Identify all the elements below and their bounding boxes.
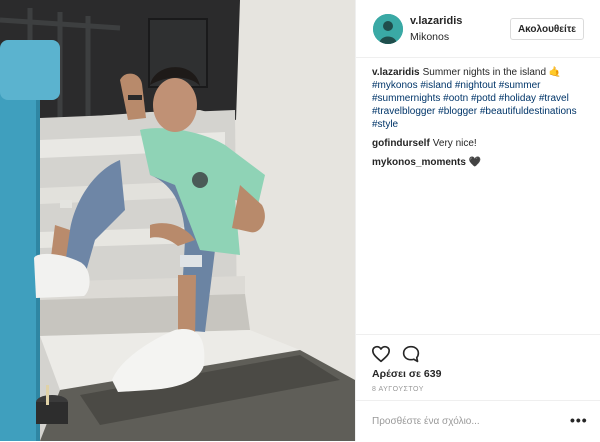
post-date: 8 ΑΥΓΟΥΣΤΟΥ [372, 386, 424, 393]
caption-text: Summer nights in the island [422, 67, 549, 78]
action-icons [371, 345, 421, 365]
hashtag-link[interactable]: #travelblogger [372, 106, 435, 117]
comment-bubble-icon[interactable] [401, 345, 421, 365]
more-options-icon[interactable]: ••• [570, 412, 588, 428]
hand-emoji-icon: 🤙 [548, 67, 562, 78]
comment-username[interactable]: gofindurself [372, 138, 430, 149]
instagram-post: v.lazaridis Mikonos Ακολουθείτε v.lazari… [0, 0, 600, 441]
likes-count[interactable]: Αρέσει σε 639 [372, 368, 441, 380]
hashtag-link[interactable]: #island [420, 80, 452, 91]
hashtag-link[interactable]: #blogger [438, 106, 477, 117]
caption-hashtags: #mykonos #island #nightout #summer #summ… [372, 80, 577, 130]
photo-illustration [0, 0, 355, 441]
post-location[interactable]: Mikonos [410, 31, 449, 43]
hashtag-link[interactable]: #summer [499, 80, 541, 91]
hashtag-link[interactable]: #potd [471, 93, 496, 104]
hashtag-link[interactable]: #nightout [455, 80, 496, 91]
comment-item: gofindurself Very nice! [372, 137, 594, 150]
hashtag-link[interactable]: #ootn [443, 93, 468, 104]
post-actions: Αρέσει σε 639 8 ΑΥΓΟΥΣΤΟΥ [356, 334, 600, 393]
post-author-username[interactable]: v.lazaridis [410, 15, 462, 27]
caption: v.lazaridis Summer nights in the island 🤙… [372, 66, 594, 131]
hashtag-link[interactable]: #summernights [372, 93, 440, 104]
hashtag-link[interactable]: #beautifuldestinations [480, 106, 577, 117]
hashtag-link[interactable]: #holiday [499, 93, 536, 104]
add-comment-input[interactable]: Προσθέστε ένα σχόλιο... [372, 416, 480, 427]
hashtag-link[interactable]: #travel [539, 93, 569, 104]
black-heart-emoji-icon: 🖤 [468, 157, 482, 168]
like-heart-icon[interactable] [371, 345, 391, 365]
comment-text: Very nice! [432, 138, 477, 149]
caption-username[interactable]: v.lazaridis [372, 67, 420, 78]
comment-item: mykonos_moments 🖤 [372, 156, 594, 169]
follow-button[interactable]: Ακολουθείτε [510, 18, 584, 40]
comment-username[interactable]: mykonos_moments [372, 157, 466, 168]
hashtag-link[interactable]: #mykonos [372, 80, 418, 91]
add-comment-bar: Προσθέστε ένα σχόλιο... ••• [356, 400, 600, 442]
hashtag-link[interactable]: #style [372, 119, 398, 130]
post-side-panel: v.lazaridis Mikonos Ακολουθείτε v.lazari… [355, 0, 600, 441]
post-header: v.lazaridis Mikonos Ακολουθείτε [356, 0, 600, 58]
comments-list: v.lazaridis Summer nights in the island 🤙… [372, 66, 594, 175]
avatar-image-icon [373, 14, 403, 44]
post-photo[interactable] [0, 0, 355, 441]
avatar[interactable] [373, 14, 403, 44]
